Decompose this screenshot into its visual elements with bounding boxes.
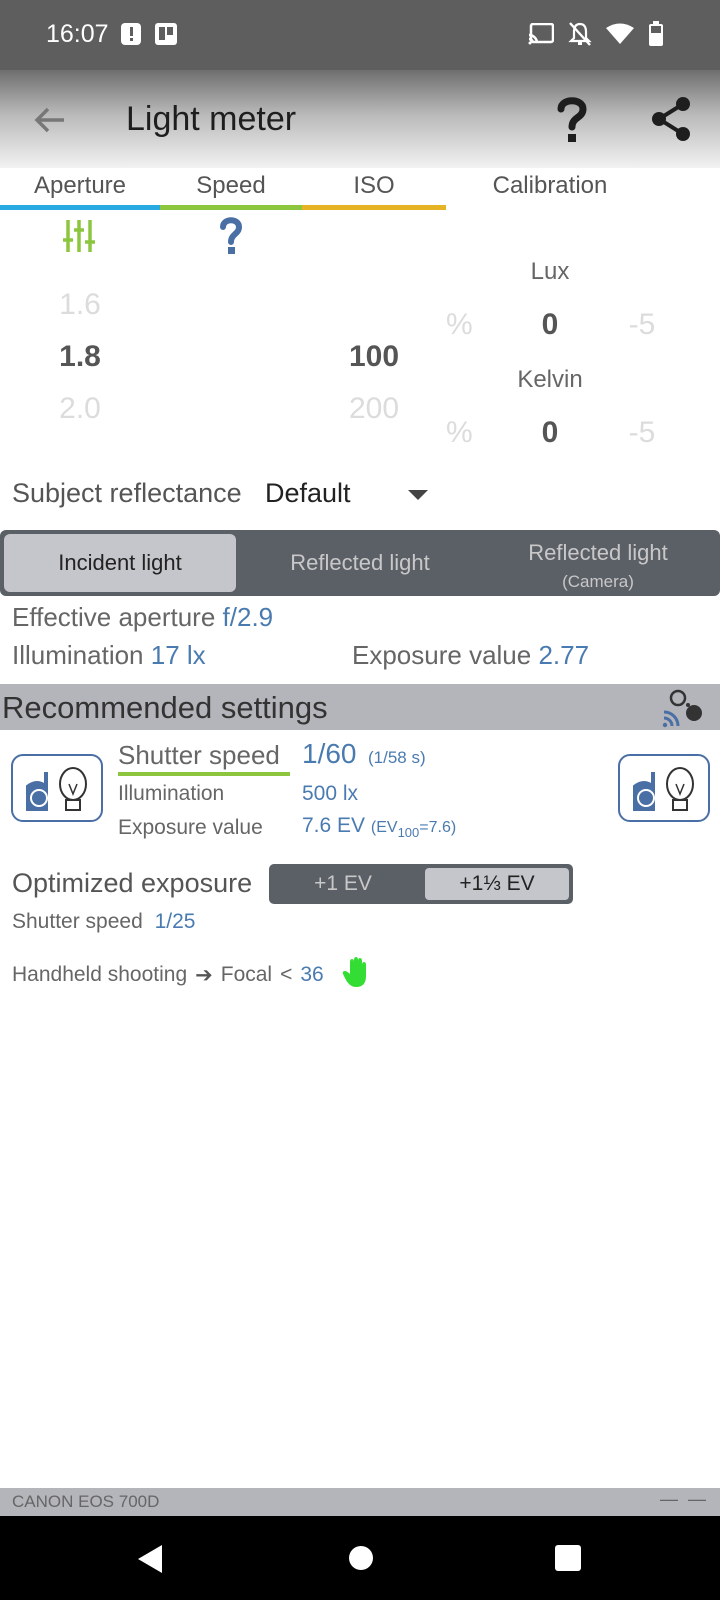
shutter-underline <box>118 772 290 776</box>
notifications-off-icon <box>568 21 592 52</box>
iso-current[interactable]: 100 <box>294 340 454 374</box>
tab-iso-underline <box>302 205 446 210</box>
tab-iso[interactable]: ISO <box>302 168 446 210</box>
incident-light-button[interactable]: Incident light <box>4 534 236 592</box>
navigation-bar <box>0 1516 720 1600</box>
wifi-icon <box>606 23 634 50</box>
camera-footer: CANON EOS 700D — — <box>0 1488 720 1516</box>
illumination-label: Illumination <box>12 640 144 670</box>
status-bar: 16:07 <box>0 0 720 70</box>
illumination-value: 17 lx <box>150 640 206 670</box>
optimized-exposure-label: Optimized exposure <box>12 868 253 898</box>
exposure-value-value: 2.77 <box>538 640 590 670</box>
metering-mode-selector: Incident light Reflected light Reflected… <box>0 530 720 596</box>
tab-aperture-label: Aperture <box>33 172 127 199</box>
alert-icon <box>120 22 142 51</box>
speed-help-icon[interactable] <box>218 216 244 261</box>
kelvin-label: Kelvin <box>517 366 583 393</box>
footer-dash-1: — <box>660 1489 678 1509</box>
iso-next[interactable]: 200 <box>294 392 454 426</box>
camera-bulb-icon <box>626 762 704 821</box>
aperture-current[interactable]: 1.8 <box>0 340 160 374</box>
aperture-next[interactable]: 2.0 <box>0 392 160 426</box>
optimized-shutter-row: Shutter speed 1/25 <box>12 910 195 934</box>
status-time: 16:07 <box>46 20 109 48</box>
tab-aperture-underline <box>0 205 160 210</box>
handheld-row: Handheld shooting ➔ Focal < 36 <box>12 956 370 994</box>
aperture-prev[interactable]: 1.6 <box>0 288 160 322</box>
camera-bulb-button-right[interactable] <box>618 754 710 822</box>
ev100-prefix: (EV <box>370 819 398 836</box>
handheld-label: Handheld shooting <box>12 963 188 986</box>
tab-speed[interactable]: Speed <box>160 168 302 210</box>
focal-label: Focal <box>220 963 273 986</box>
app-bar: Light meter <box>0 70 720 168</box>
sliders-icon[interactable] <box>62 218 96 259</box>
board-app-icon <box>154 22 178 51</box>
cast-icon <box>528 22 555 50</box>
battery-icon <box>648 21 664 52</box>
tab-aperture[interactable]: Aperture <box>0 168 160 210</box>
plus-1-ev-option[interactable]: +1 EV <box>273 868 413 900</box>
ev100-suffix: =7.6) <box>419 819 457 836</box>
back-nav-icon[interactable] <box>136 1544 164 1579</box>
subject-reflectance-label: Subject reflectance <box>12 478 242 508</box>
recents-nav-icon[interactable] <box>554 1544 582 1577</box>
reflected-camera-sublabel: (Camera) <box>562 572 634 591</box>
kelvin-right-value[interactable]: -5 <box>562 416 720 450</box>
dropdown-arrow-icon[interactable] <box>408 490 428 500</box>
subject-reflectance-select[interactable]: Default <box>265 478 351 509</box>
recommended-ev-value: 7.6 EV <box>302 814 366 837</box>
share-icon[interactable] <box>650 96 692 142</box>
home-nav-icon[interactable] <box>347 1544 375 1577</box>
recommended-ev-label: Exposure value <box>118 816 263 839</box>
effective-aperture-row: Effective aperture f/2.9 <box>12 602 273 633</box>
hand-icon <box>342 956 370 994</box>
page-title: Light meter <box>126 100 297 138</box>
illumination-row: Illumination 17 lx <box>12 640 206 671</box>
exposure-value-row: Exposure value 2.77 <box>352 640 589 671</box>
camera-model: CANON EOS 700D <box>12 1492 160 1511</box>
lux-label: Lux <box>530 258 570 285</box>
focal-value: 36 <box>300 963 324 986</box>
tab-speed-label: Speed <box>196 172 266 199</box>
effective-aperture-value: f/2.9 <box>222 602 274 632</box>
tab-calibration-label: Calibration <box>492 172 608 199</box>
right-arrow-icon: ➔ <box>195 963 213 987</box>
tab-iso-label: ISO <box>353 172 395 199</box>
reflected-camera-label: Reflected light <box>528 540 668 565</box>
reflected-camera-button[interactable]: Reflected light (Camera) <box>480 534 716 592</box>
footer-dash-2: — <box>688 1489 706 1509</box>
camera-bulb-button-left[interactable] <box>11 754 103 822</box>
recommended-shutter-exact: (1/58 s) <box>368 748 426 767</box>
recommended-shutter-label: Shutter speed <box>118 740 280 770</box>
recommended-shutter-value: 1/60 <box>302 738 357 769</box>
recommended-ev-row: 7.6 EV (EV100=7.6) <box>302 814 456 840</box>
optimized-shutter-label: Shutter speed <box>12 910 143 933</box>
recommended-illumination-value: 500 lx <box>302 782 359 805</box>
optimized-exposure-selector: +1 EV +1⅓ EV <box>269 864 573 904</box>
less-than-sign: < <box>280 963 293 986</box>
tab-bar: Aperture Speed ISO Calibration <box>0 168 720 210</box>
recommended-illumination-label: Illumination <box>118 782 225 805</box>
tab-speed-underline <box>160 205 302 210</box>
ev100-sub: 100 <box>397 825 420 841</box>
help-icon[interactable] <box>552 94 592 144</box>
camera-bulb-icon <box>19 762 97 821</box>
plus-1-third-ev-option[interactable]: +1⅓ EV <box>425 868 569 900</box>
tab-calibration[interactable]: Calibration <box>470 168 630 210</box>
effective-aperture-label: Effective aperture <box>12 602 216 632</box>
optimized-shutter-value: 1/25 <box>154 910 196 933</box>
recommended-header: Recommended settings <box>0 684 720 730</box>
reflected-light-button[interactable]: Reflected light <box>240 534 480 592</box>
camera-connection-icon[interactable] <box>662 688 706 733</box>
exposure-value-label: Exposure value <box>352 640 532 670</box>
lux-right-value[interactable]: -5 <box>562 308 720 342</box>
back-arrow-icon[interactable] <box>28 98 72 142</box>
recommended-title: Recommended settings <box>2 690 328 725</box>
